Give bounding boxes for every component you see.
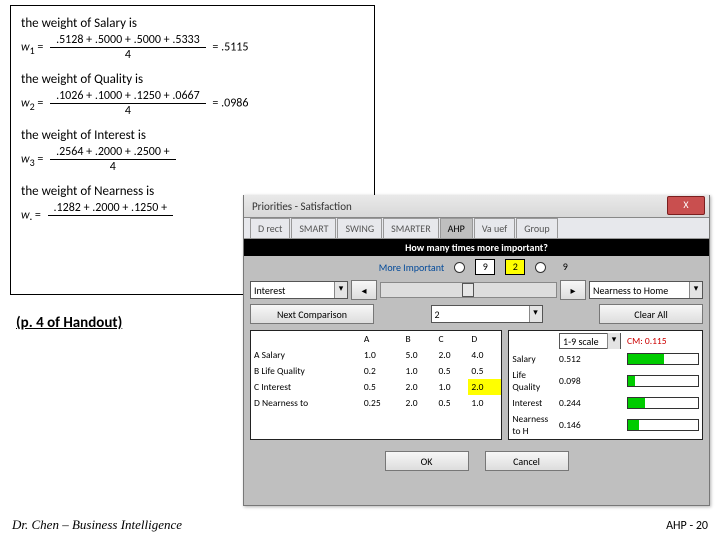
slider-left-button[interactable]: ◂ (351, 280, 377, 300)
footer-author: Dr. Chen – Business Intelligence (12, 517, 182, 533)
weight-label-salary: the weight of Salary is (21, 16, 364, 31)
weight-eq-salary: w1 = .5128 + .5000 + .5000 + .53334 = .5… (21, 33, 364, 62)
dialog-titlebar[interactable]: Priorities - Satisfaction X (244, 195, 709, 218)
importance-slider[interactable] (380, 282, 557, 298)
more-important-label: More Important (379, 261, 444, 274)
tab-ahp[interactable]: AHP (440, 218, 473, 238)
priorities-table: 1-9 scale▾CM: 0.115 Salary0.512 Life Qua… (509, 331, 702, 439)
table-row: D Nearness to0.252.00.51.0 (251, 395, 501, 411)
radio-right[interactable] (535, 262, 546, 273)
table-row: Nearness to H0.146 (509, 411, 702, 439)
tab-group[interactable]: Group (516, 218, 557, 238)
next-comparison-button[interactable]: Next Comparison (250, 304, 374, 324)
matrix-panel: ABCD A Salary1.05.02.04.0 B Life Quality… (250, 330, 502, 440)
weight-eq-quality: w2 = .1026 + .1000 + .1250 + .06674 = .0… (21, 89, 364, 118)
comparison-value-dropdown[interactable]: 2▾ (431, 305, 543, 323)
footer-page: AHP - 20 (666, 519, 708, 533)
tab-smarter[interactable]: SMARTER (383, 218, 438, 238)
slider-thumb[interactable] (462, 283, 474, 297)
weight-label-quality: the weight of Quality is (21, 72, 364, 87)
table-row: Interest0.244 (509, 395, 702, 411)
tab-smart[interactable]: SMART (291, 218, 336, 238)
panels: ABCD A Salary1.05.02.04.0 B Life Quality… (244, 326, 709, 444)
tab-direct[interactable]: D rect (250, 218, 290, 238)
tab-valuef[interactable]: Va uef (474, 218, 515, 238)
priorities-dialog: Priorities - Satisfaction X D rect SMART… (243, 195, 710, 506)
radio-left[interactable] (454, 262, 465, 273)
tab-swing[interactable]: SWING (337, 218, 382, 238)
chevron-down-icon: ▾ (607, 333, 620, 349)
question-bar: How many times more important? (244, 239, 709, 256)
table-row: B Life Quality0.21.00.50.5 (251, 363, 501, 379)
priorities-panel: 1-9 scale▾CM: 0.115 Salary0.512 Life Qua… (508, 330, 703, 440)
chevron-down-icon: ▾ (529, 306, 542, 322)
slider-row: Interest▾ ◂ ▸ Nearness to Home▾ (244, 278, 709, 302)
matrix-table: ABCD A Salary1.05.02.04.0 B Life Quality… (251, 331, 501, 411)
chevron-down-icon: ▾ (334, 282, 347, 298)
dialog-title: Priorities - Satisfaction (252, 200, 352, 213)
consistency-measure: CM: 0.115 (624, 331, 702, 351)
chevron-down-icon: ▾ (689, 282, 702, 298)
left-criterion-dropdown[interactable]: Interest▾ (250, 281, 348, 299)
dialog-buttons: OK Cancel (244, 444, 709, 478)
clear-all-button[interactable]: Clear All (599, 304, 703, 324)
table-row: Life Quality0.098 (509, 367, 702, 395)
weight-label-interest: the weight of Interest is (21, 128, 364, 143)
table-row: A Salary1.05.02.04.0 (251, 347, 501, 363)
method-tabs: D rect SMART SWING SMARTER AHP Va uef Gr… (244, 218, 709, 239)
cancel-button[interactable]: Cancel (485, 451, 569, 471)
slider-right-button[interactable]: ▸ (560, 280, 586, 300)
weight-eq-interest: w3 = .2564 + .2000 + .2500 +4 (21, 145, 364, 174)
scale-dropdown[interactable]: 1-9 scale▾ (559, 333, 621, 349)
ok-button[interactable]: OK (385, 451, 469, 471)
scale-left-9: 9 (475, 259, 495, 275)
importance-row: More Important 9 2 9 (244, 256, 709, 278)
right-criterion-dropdown[interactable]: Nearness to Home▾ (589, 281, 703, 299)
close-button[interactable]: X (667, 196, 705, 215)
scale-right-9: 9 (556, 260, 574, 274)
handout-ref: (p. 4 of Handout) (16, 314, 122, 332)
table-row: C Interest0.52.01.02.0 (251, 379, 501, 395)
scale-value: 2 (505, 259, 525, 275)
next-row: Next Comparison 2▾ Clear All (244, 302, 709, 326)
table-row: Salary0.512 (509, 351, 702, 367)
